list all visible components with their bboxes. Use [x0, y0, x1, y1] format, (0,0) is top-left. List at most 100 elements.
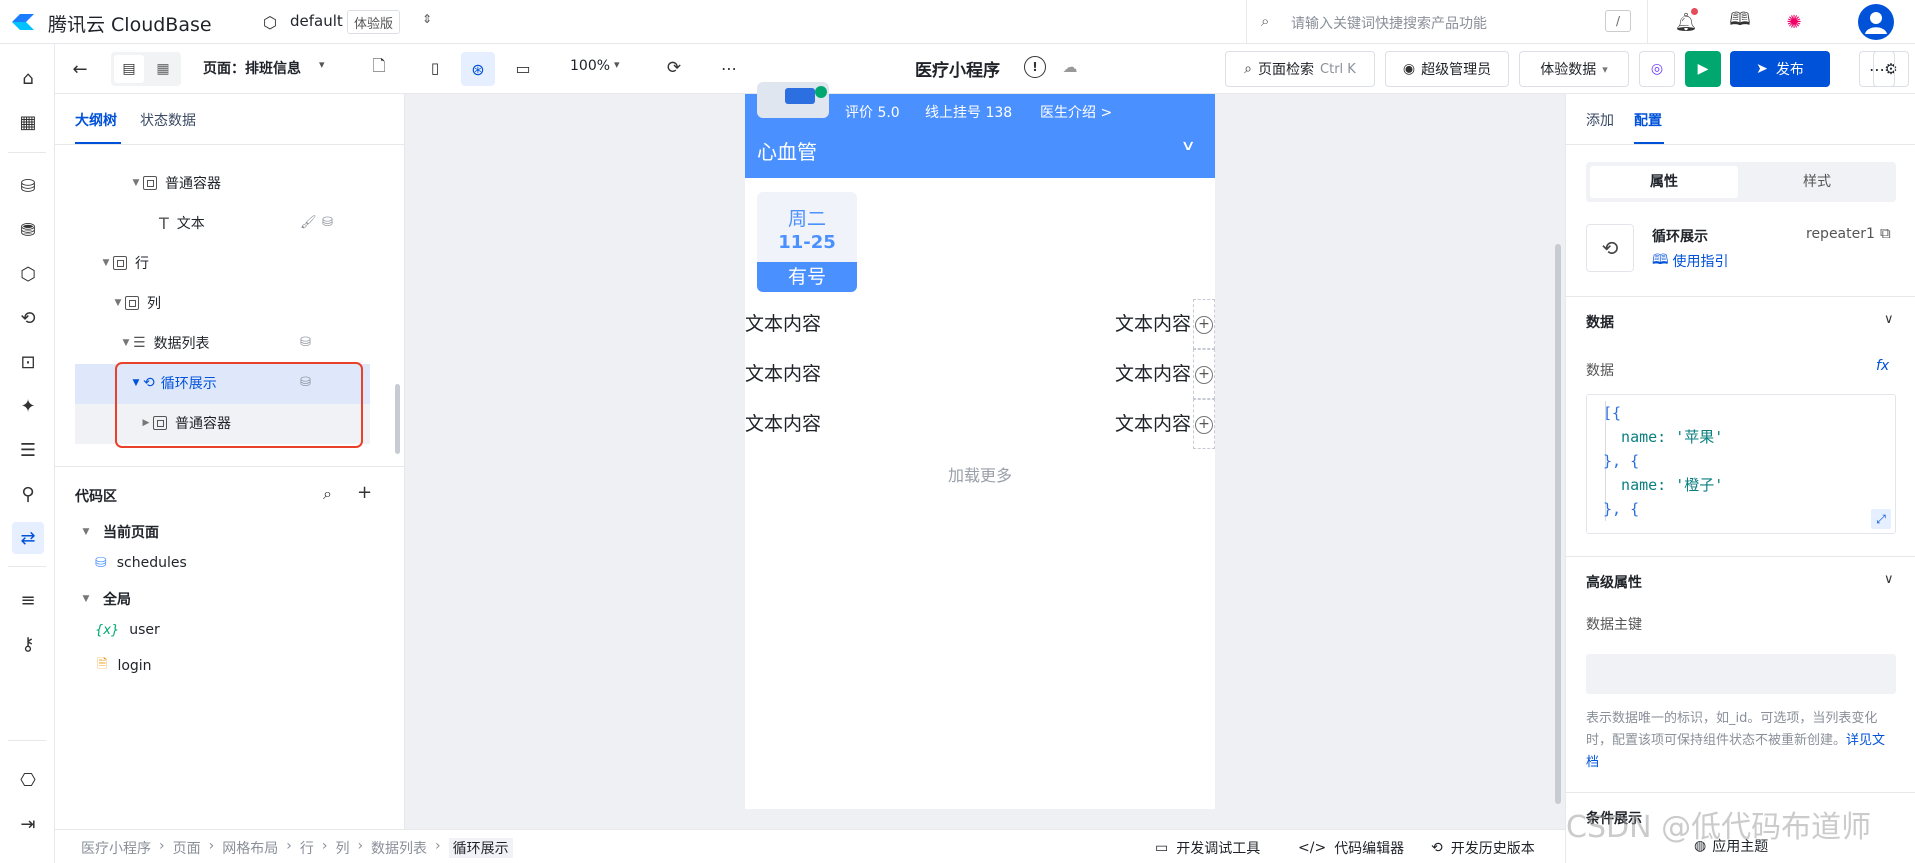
outline-view-icon[interactable]: ▤ [114, 55, 144, 83]
current-page-group[interactable]: ▼ 当前页面 [79, 522, 159, 542]
breadcrumb-item[interactable]: 网格布局 [222, 838, 278, 858]
brand-title[interactable]: 腾讯云 CloudBase [48, 10, 212, 37]
list-item[interactable]: 文本内容 文本内容 + [745, 299, 1215, 349]
tab-config[interactable]: 配置 [1634, 110, 1662, 130]
identity-icon[interactable]: ⚲ [12, 478, 44, 510]
publish-button[interactable]: ➤ 发布 [1730, 51, 1830, 87]
caret-down-icon[interactable]: ▼ [111, 298, 125, 308]
data-mode-select[interactable]: 体验数据 ▾ [1519, 51, 1629, 87]
ai-assistant-icon[interactable]: ◎ [1639, 51, 1675, 87]
code-editor-button[interactable]: </> 代码编辑器 [1298, 838, 1404, 858]
collapse-sidebar-icon[interactable]: ⇥ [12, 808, 44, 840]
extensions-icon[interactable]: ⎔ [12, 764, 44, 796]
chevron-down-icon[interactable]: ∨ [1180, 138, 1195, 154]
doctor-intro-link[interactable]: 医生介绍 > [1040, 102, 1112, 122]
breadcrumb-item[interactable]: 行 [300, 838, 314, 858]
caret-down-icon[interactable]: ▼ [119, 338, 133, 348]
book-icon[interactable]: 🕮 [1728, 9, 1752, 34]
ai-spark-icon[interactable]: ✺ [1782, 10, 1806, 34]
code-item-user[interactable]: {x} user [95, 622, 160, 638]
more-menu-icon[interactable]: ⋯ [1859, 51, 1895, 87]
copy-icon[interactable]: ⧉ [1880, 224, 1891, 242]
admin-role-button[interactable]: ◉ 超级管理员 [1385, 51, 1509, 87]
env-name[interactable]: default [290, 12, 343, 30]
more-icon[interactable]: ⋯ [717, 56, 741, 80]
add-page-icon[interactable]: 🗋 [367, 56, 391, 80]
code-item-schedules[interactable]: ⛁ schedules [95, 555, 187, 571]
caret-down-icon[interactable]: ▼ [129, 178, 143, 188]
cloud-function-icon[interactable]: ⟲ [12, 302, 44, 334]
caret-down-icon[interactable]: ▼ [79, 527, 93, 537]
advanced-section-title[interactable]: 高级属性 [1586, 572, 1642, 592]
tree-node-text[interactable]: T 文本 🖌︎ ⛁ [55, 204, 405, 242]
add-circle-icon[interactable]: + [1195, 366, 1213, 384]
storage-icon[interactable]: ⊡ [12, 346, 44, 378]
history-button[interactable]: ⟲ 开发历史版本 [1431, 838, 1535, 858]
chevron-down-icon[interactable]: ∨ [1884, 312, 1894, 327]
refresh-icon[interactable]: ⟳ [662, 56, 686, 80]
usage-guide-link[interactable]: 🕮 使用指引 [1652, 249, 1729, 273]
shield-icon[interactable]: ⬡ [12, 258, 44, 290]
global-search-input[interactable]: 请输入关键词快捷搜索产品功能 [1291, 13, 1487, 33]
global-group[interactable]: ▼ 全局 [79, 589, 131, 609]
load-more[interactable]: 加载更多 [745, 462, 1215, 486]
zoom-chevron-icon[interactable]: ▾ [614, 58, 620, 71]
tree-node-column[interactable]: ▼ 列 [55, 284, 405, 322]
apps-grid-icon[interactable]: ▦ [12, 106, 44, 138]
breadcrumb-item[interactable]: 数据列表 [371, 838, 427, 858]
database-search-icon[interactable]: ⛃ [12, 214, 44, 246]
tree-node-container[interactable]: ▼ 普通容器 [55, 164, 405, 202]
tab-state-data[interactable]: 状态数据 [140, 110, 196, 130]
database-icon[interactable]: ⛁ [12, 170, 44, 202]
list-item[interactable]: 文本内容 文本内容 + [745, 399, 1215, 449]
brush-icon[interactable]: 🖌︎ [300, 215, 317, 230]
breadcrumb-item[interactable]: 医疗小程序 [81, 838, 151, 858]
seg-styles[interactable]: 样式 [1742, 166, 1892, 198]
global-search[interactable]: ⌕ 请输入关键词快捷搜索产品功能 / [1246, 0, 1648, 44]
breadcrumb-item[interactable]: 循环展示 [448, 838, 513, 858]
code-item-login[interactable]: 🗎 login [97, 655, 152, 677]
log-icon[interactable]: ≡ [12, 584, 44, 616]
list-item[interactable]: 文本内容 文本内容 + [745, 349, 1215, 399]
tree-node-row[interactable]: ▼ 行 [55, 244, 405, 282]
tab-add[interactable]: 添加 [1586, 110, 1614, 130]
env-switch-icon[interactable]: ⇕ [422, 12, 432, 26]
add-icon[interactable]: + [357, 482, 372, 503]
chevron-down-icon[interactable]: ▾ [319, 58, 325, 71]
home-icon[interactable]: ⌂ [12, 62, 44, 94]
caret-down-icon[interactable]: ▼ [79, 594, 93, 604]
tab-outline[interactable]: 大纲树 [75, 110, 117, 130]
back-arrow-icon[interactable]: ← [69, 58, 91, 80]
ai-sparkle-icon[interactable]: ✦ [12, 390, 44, 422]
page-selector[interactable]: 页面：排班信息 [203, 58, 301, 78]
page-search-button[interactable]: ⌕ 页面检索 Ctrl K [1225, 51, 1375, 87]
miniprogram-icon[interactable]: ⊛ [461, 52, 495, 86]
data-section-title[interactable]: 数据 [1586, 312, 1614, 332]
tree-scrollbar[interactable] [395, 384, 400, 454]
zoom-level[interactable]: 100% [570, 58, 610, 74]
search-icon[interactable]: ⌕ [323, 484, 332, 504]
chevron-down-icon[interactable]: ∨ [1884, 572, 1894, 587]
avatar[interactable] [1858, 4, 1894, 40]
hosting-icon[interactable]: ☰ [12, 434, 44, 466]
data-bind-icon[interactable]: ⛁ [300, 335, 311, 350]
preview-play-icon[interactable]: ▶ [1685, 51, 1721, 87]
add-circle-icon[interactable]: + [1195, 316, 1213, 334]
data-bind-icon[interactable]: ⛁ [322, 215, 333, 230]
fx-icon[interactable]: fx [1876, 358, 1889, 374]
phone-preview[interactable]: 评价 5.0 线上挂号 138 医生介绍 > 心血管 ∨ 周二 11-25 有号… [745, 82, 1215, 809]
seg-props[interactable]: 属性 [1590, 166, 1738, 198]
tree-node-datalist[interactable]: ▼ ☰ 数据列表 ⛁ [55, 324, 405, 362]
data-code-editor[interactable]: [{ name: '苹果' }, { name: '橙子' }, { ⤢ [1586, 394, 1896, 534]
debug-tools-button[interactable]: ▭ 开发调试工具 [1155, 838, 1260, 858]
breadcrumb-item[interactable]: 列 [335, 838, 349, 858]
layout-view-icon[interactable]: ▦ [148, 55, 178, 83]
breadcrumb-item[interactable]: 页面 [173, 838, 201, 858]
caret-down-icon[interactable]: ▼ [99, 258, 113, 268]
lowcode-icon[interactable]: ⇄ [12, 522, 44, 554]
plugin-icon[interactable]: ⚷ [12, 628, 44, 660]
info-icon[interactable]: ! [1024, 56, 1046, 78]
cloud-sync-icon[interactable]: ☁ [1058, 56, 1082, 78]
mobile-icon[interactable]: ▯ [423, 56, 447, 80]
add-circle-icon[interactable]: + [1195, 416, 1213, 434]
